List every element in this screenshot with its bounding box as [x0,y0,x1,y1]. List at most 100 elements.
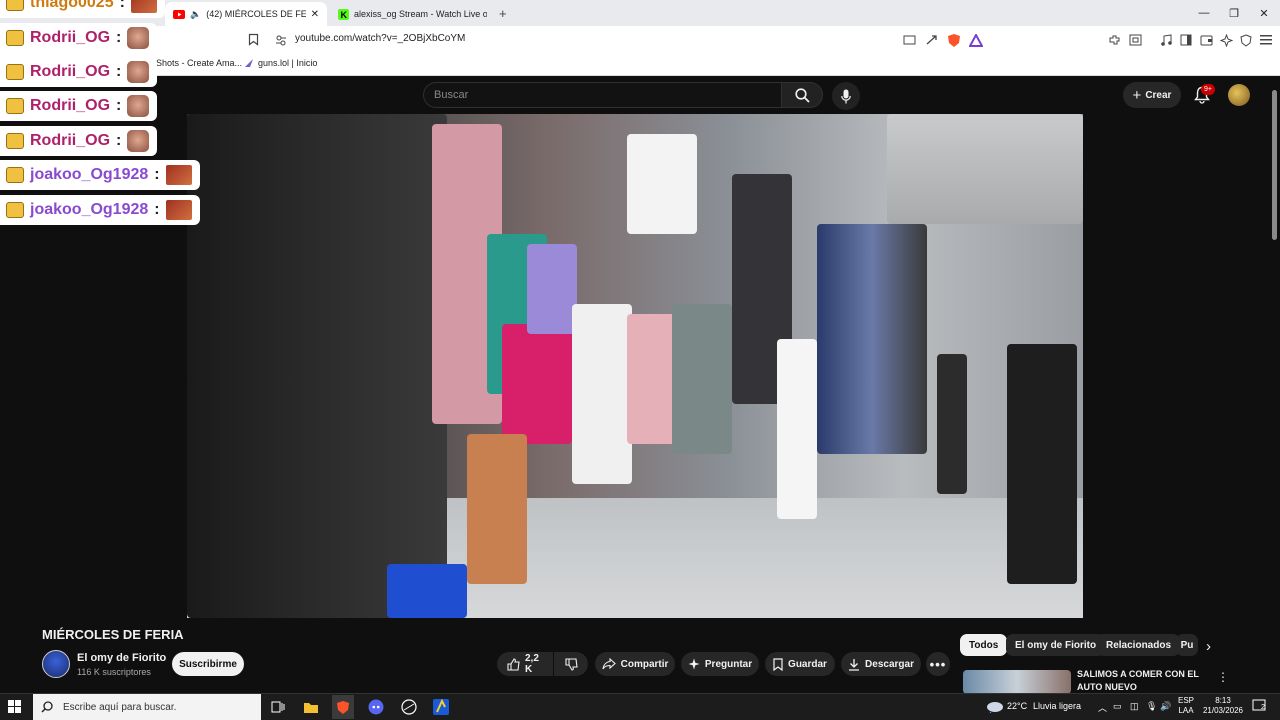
tray-icon[interactable]: ◫ [1130,701,1139,712]
chat-separator: : [154,201,160,218]
chat-separator: : [154,166,160,183]
search-button[interactable] [781,82,823,108]
vpn-shield-icon[interactable] [1238,32,1254,48]
chevron-right-icon[interactable]: › [1206,638,1211,655]
recommended-title[interactable]: SALIMOS A COMER CON EL AUTO NUEVO [1077,668,1207,694]
like-button[interactable]: 2,2 K [497,652,553,676]
video-frame-clothes [467,434,527,584]
video-frame-stool [387,564,467,618]
minimize-button[interactable]: — [1188,3,1220,23]
brave-shield-icon[interactable] [946,32,962,48]
recommended-thumbnail[interactable] [963,670,1071,694]
chat-message: Rodrii_OG : [0,126,158,156]
weather-icon[interactable] [986,700,1004,713]
chip-related[interactable]: Relacionados [1097,634,1181,656]
windows-taskbar: 22°C Lluvia ligera ︿ ▭ ◫ 🎙 🔊 ESP LAA 8:1… [0,693,1280,720]
video-frame-person [1007,344,1077,584]
language-line: LAA [1178,706,1194,715]
download-icon [848,658,860,671]
volume-icon[interactable]: 🔊 [1160,701,1171,712]
menu-icon[interactable] [1258,32,1274,48]
windows-start-icon[interactable] [8,700,21,713]
more-actions-button[interactable]: ••• [926,652,950,676]
chat-message: Rodrii_OG : [0,91,158,121]
site-settings-icon[interactable] [275,34,287,46]
tab-youtube[interactable]: 🔈 (42) MIÉRCOLES DE FERIA - Y ✕ [165,2,327,26]
crown-icon [6,202,24,218]
kick-taskbar-icon[interactable] [430,697,452,717]
bookmarks-bar: Shots - Create Ama... guns.lol | Inicio [0,53,1280,76]
voice-search-button[interactable] [832,82,860,110]
account-avatar[interactable] [1228,84,1250,106]
save-button[interactable]: Guardar [765,652,835,676]
chip-next[interactable]: Pu [1176,634,1198,656]
channel-name[interactable]: El omy de Fiorito [77,652,166,664]
wallet-icon[interactable] [1198,32,1214,48]
extensions-icon[interactable] [1106,32,1122,48]
clock[interactable]: 8:13 21/03/2026 [1202,696,1244,716]
restore-button[interactable]: ❐ [1218,3,1250,23]
chip-all[interactable]: Todos [960,634,1008,656]
kick-icon: K [338,8,349,20]
crown-icon [6,133,24,149]
create-button[interactable]: + Crear [1123,82,1181,108]
media-controls-icon[interactable] [1158,32,1174,48]
leo-ai-icon[interactable] [1218,32,1234,48]
video-frame-clothes [672,304,732,454]
emote-icon [127,27,150,49]
task-view-icon[interactable] [267,697,289,717]
search-input[interactable] [424,83,781,107]
chat-separator: : [116,97,122,114]
download-button[interactable]: Descargar [841,652,921,676]
bookmark-star-icon[interactable] [248,33,259,46]
screenshot-icon[interactable] [1127,32,1143,48]
taskbar-search-input[interactable] [61,700,245,714]
notification-count: 2 [1261,704,1265,711]
more-vertical-icon[interactable]: ⋮ [1217,670,1229,684]
speaker-icon[interactable]: 🔈 [190,9,201,20]
share-icon[interactable] [923,32,939,48]
share-button[interactable]: Compartir [595,652,675,676]
chat-separator: : [116,132,122,149]
app-icon[interactable] [398,697,420,717]
notification-center-icon[interactable] [1252,699,1268,713]
discord-icon[interactable] [365,697,387,717]
dislike-button[interactable] [554,652,588,676]
video-frame-person [937,354,967,494]
microphone-tray-icon[interactable]: 🎙 [1146,701,1157,712]
sidebar-icon[interactable] [1178,32,1194,48]
chat-username: thiago0025 [30,0,114,11]
brave-rewards-icon[interactable] [968,32,984,48]
network-icon[interactable]: ▭ [1113,701,1122,712]
chat-username: Rodrii_OG [30,132,111,149]
weather-temp[interactable]: 22°C [1007,701,1027,711]
file-explorer-icon[interactable] [300,697,322,717]
video-player[interactable] [187,114,1083,618]
like-count: 2,2 K [525,653,539,675]
bookmark-item[interactable]: Shots - Create Ama... [156,58,242,68]
emote-icon [127,61,150,83]
new-tab-icon[interactable]: + [499,6,507,21]
ask-button[interactable]: Preguntar [681,652,759,676]
taskbar-search [33,694,261,720]
tab-kick[interactable]: K alexiss_og Stream - Watch Live on Ki [330,2,495,26]
brave-taskbar-icon[interactable] [332,695,354,719]
search-box [423,82,781,108]
language-indicator[interactable]: ESP LAA [1178,696,1194,716]
weather-description[interactable]: Lluvia ligera [1033,701,1081,711]
close-window-button[interactable]: ✕ [1248,3,1280,23]
thumbs-up-icon [507,657,520,671]
search-icon [41,701,53,713]
search-icon [794,87,810,103]
chat-separator: : [116,63,122,80]
page-scrollbar[interactable] [1272,90,1277,240]
chevron-up-icon[interactable]: ︿ [1098,701,1107,714]
subscribe-button[interactable]: Suscribirme [172,652,244,676]
channel-avatar[interactable] [42,650,70,678]
clock-time: 8:13 [1215,696,1231,705]
close-tab-icon[interactable]: ✕ [311,9,319,20]
url-text[interactable]: youtube.com/watch?v=_2OBjXbCoYM [295,33,465,44]
bookmark-item[interactable]: guns.lol | Inicio [244,58,317,68]
cast-icon[interactable] [901,32,917,48]
chip-channel[interactable]: El omy de Fiorito [1006,634,1106,656]
